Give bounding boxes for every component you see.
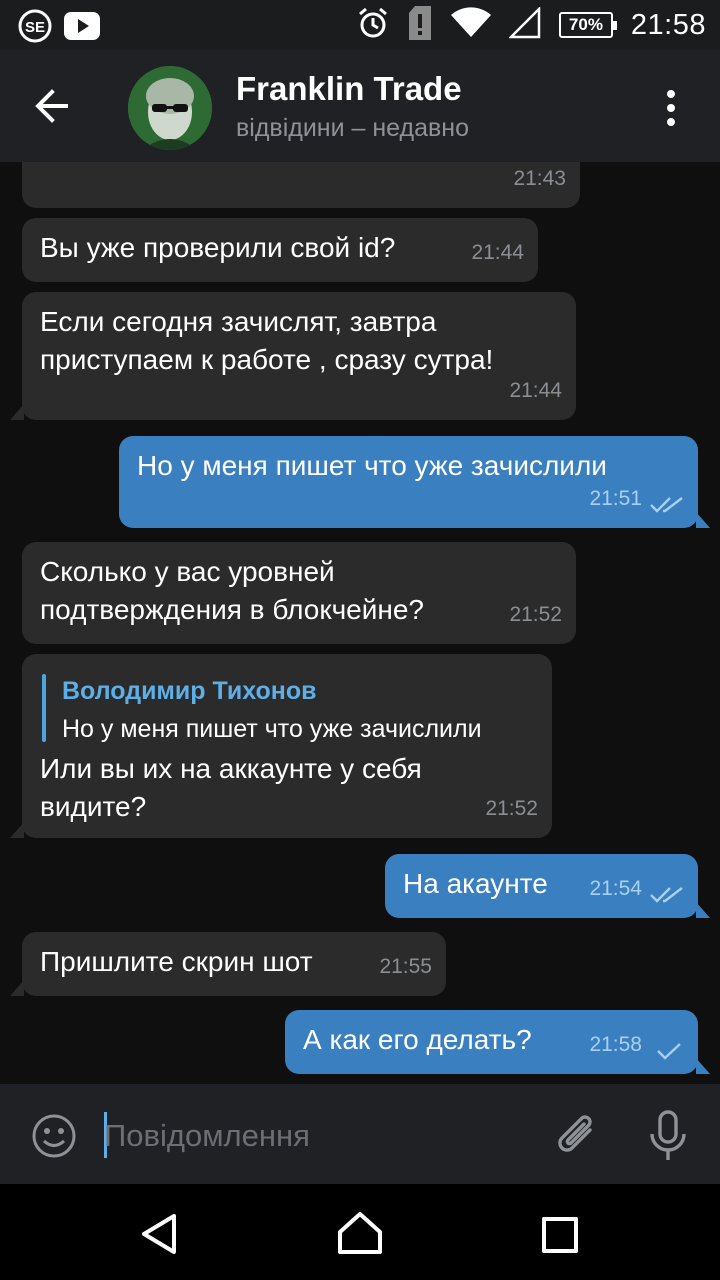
message-input[interactable] — [104, 1114, 524, 1158]
message-incoming[interactable]: Вы уже проверили свой id? 21:44 — [22, 218, 538, 282]
franklin-portrait-icon — [128, 66, 212, 150]
message-outgoing[interactable]: А как его делать? 21:58 — [285, 1010, 710, 1074]
message-time: 21:43 — [513, 167, 566, 190]
message-text: А как его делать? — [303, 1024, 532, 1055]
message-text-line: видите? — [40, 791, 147, 822]
message-outgoing[interactable]: Но у меня пишет что уже зачислили 21:51 — [119, 436, 710, 528]
youtube-icon — [64, 12, 100, 45]
message-text-line: Если сегодня зачислят, завтра — [40, 306, 437, 337]
nav-recents-button[interactable] — [542, 1217, 578, 1253]
svg-text:SE: SE — [25, 19, 45, 36]
avatar[interactable] — [128, 66, 212, 150]
sd-card-alert-icon — [407, 5, 433, 45]
system-nav-bar — [0, 1184, 720, 1280]
battery-indicator: 70% — [558, 12, 617, 38]
single-check-icon — [657, 1043, 681, 1060]
voice-message-button[interactable] — [646, 1108, 690, 1164]
message-time: 21:54 — [589, 877, 642, 900]
message-text-line: Сколько у вас уровней — [40, 556, 335, 587]
message-time: 21:51 — [589, 487, 642, 510]
message-outgoing[interactable]: На акаунте 21:54 — [385, 854, 710, 918]
message-text-line: Или вы их на аккаунте у себя — [40, 753, 422, 784]
se-app-icon: SE — [18, 9, 52, 48]
dot-icon — [667, 90, 675, 98]
double-check-icon — [650, 497, 683, 513]
message-incoming[interactable]: Пришлите скрин шот 21:55 — [10, 932, 446, 996]
dot-icon — [667, 104, 675, 112]
nav-home-button[interactable] — [336, 1210, 384, 1256]
message-text: На акаунте — [403, 868, 548, 899]
message-list[interactable]: 21:43 Вы уже проверили свой id? 21:44 Ес… — [0, 162, 720, 1084]
reply-quote-bar — [42, 674, 46, 742]
message-text-line: приступаем к работе , сразу сутра! — [40, 344, 494, 375]
status-bar: SE 70% 21:58 — [0, 0, 720, 50]
chat-header: Franklin Trade відвідини – недавно — [0, 50, 720, 162]
message-incoming[interactable]: 21:43 — [22, 162, 580, 208]
message-time: 21:52 — [485, 797, 538, 820]
signal-icon — [507, 5, 541, 44]
message-text: Но у меня пишет что уже зачислили — [137, 450, 607, 481]
home-icon — [338, 1212, 382, 1254]
message-time: 21:58 — [589, 1033, 642, 1056]
smiley-icon — [32, 1114, 76, 1158]
message-time: 21:55 — [379, 955, 432, 978]
paperclip-icon — [558, 1115, 592, 1152]
clock: 21:58 — [630, 8, 706, 41]
message-composer — [0, 1084, 720, 1184]
wifi-icon — [450, 6, 491, 44]
message-incoming[interactable]: Сколько у вас уровней подтверждения в бл… — [22, 542, 576, 644]
back-button[interactable] — [30, 84, 80, 128]
message-time: 21:52 — [509, 603, 562, 626]
message-incoming-reply[interactable]: Володимир Тихонов Но у меня пишет что уж… — [10, 654, 552, 838]
message-text: Вы уже проверили свой id? — [40, 232, 396, 263]
message-text: Пришлите скрин шот — [40, 946, 313, 977]
attach-button[interactable] — [554, 1110, 600, 1162]
alarm-icon — [357, 7, 389, 44]
more-options-button[interactable] — [656, 86, 686, 130]
arrow-left-icon — [35, 89, 68, 123]
triangle-back-icon — [142, 1214, 176, 1254]
double-check-icon — [650, 887, 683, 903]
dot-icon — [667, 118, 675, 126]
message-time: 21:44 — [471, 241, 524, 264]
message-text-line: подтверждения в блокчейне? — [40, 594, 424, 625]
reply-author[interactable]: Володимир Тихонов — [62, 672, 317, 710]
microphone-icon — [650, 1110, 686, 1160]
emoji-button[interactable] — [30, 1112, 78, 1160]
nav-back-button[interactable] — [138, 1212, 182, 1256]
chat-title[interactable]: Franklin Trade — [236, 70, 462, 108]
last-seen-status: відвідини – недавно — [236, 114, 470, 142]
message-time: 21:44 — [509, 379, 562, 402]
message-incoming[interactable]: Если сегодня зачислят, завтра приступаем… — [10, 292, 576, 420]
reply-text[interactable]: Но у меня пишет что уже зачислили — [62, 710, 482, 748]
